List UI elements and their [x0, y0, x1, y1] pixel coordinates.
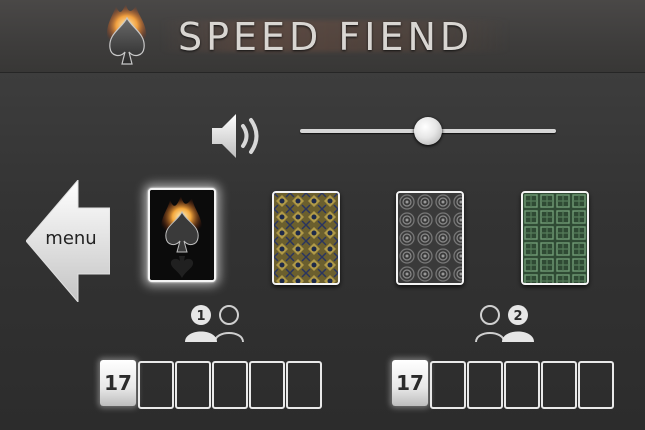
player-one-icon: 1 — [185, 305, 244, 342]
game-title: SPEED FIEND — [178, 15, 474, 59]
card-back-gold-pattern[interactable] — [272, 191, 340, 285]
player-two-slot — [541, 361, 577, 409]
speaker-icon[interactable] — [208, 108, 268, 164]
player-two-slot — [504, 361, 540, 409]
player-one-score-row: 17 — [100, 360, 322, 409]
player-two-score-row: 17 — [392, 360, 614, 409]
player-one-slot — [138, 361, 174, 409]
volume-slider-thumb[interactable] — [414, 117, 442, 145]
player-one-slot — [249, 361, 285, 409]
player-two-score-badge: 17 — [392, 360, 428, 406]
player-one-number: 1 — [196, 309, 205, 324]
player-two-slot — [430, 361, 466, 409]
header-bar: SPEED FIEND — [0, 0, 645, 73]
player-two-slot — [578, 361, 614, 409]
player-two-number: 2 — [513, 309, 522, 324]
card-back-green-celtic[interactable] — [521, 191, 589, 285]
player-two-slot — [467, 361, 503, 409]
player-one-slot — [286, 361, 322, 409]
menu-button[interactable] — [26, 180, 110, 302]
flaming-spade-icon — [107, 4, 147, 65]
player-one-slot — [175, 361, 211, 409]
player-two-icon: 2 — [475, 305, 534, 342]
card-back-flaming-spade[interactable] — [148, 188, 216, 282]
player-one-slot — [212, 361, 248, 409]
card-back-gray-swirl[interactable] — [396, 191, 464, 285]
player-one-score-badge: 17 — [100, 360, 136, 406]
flaming-spade-card-icon — [150, 190, 214, 280]
